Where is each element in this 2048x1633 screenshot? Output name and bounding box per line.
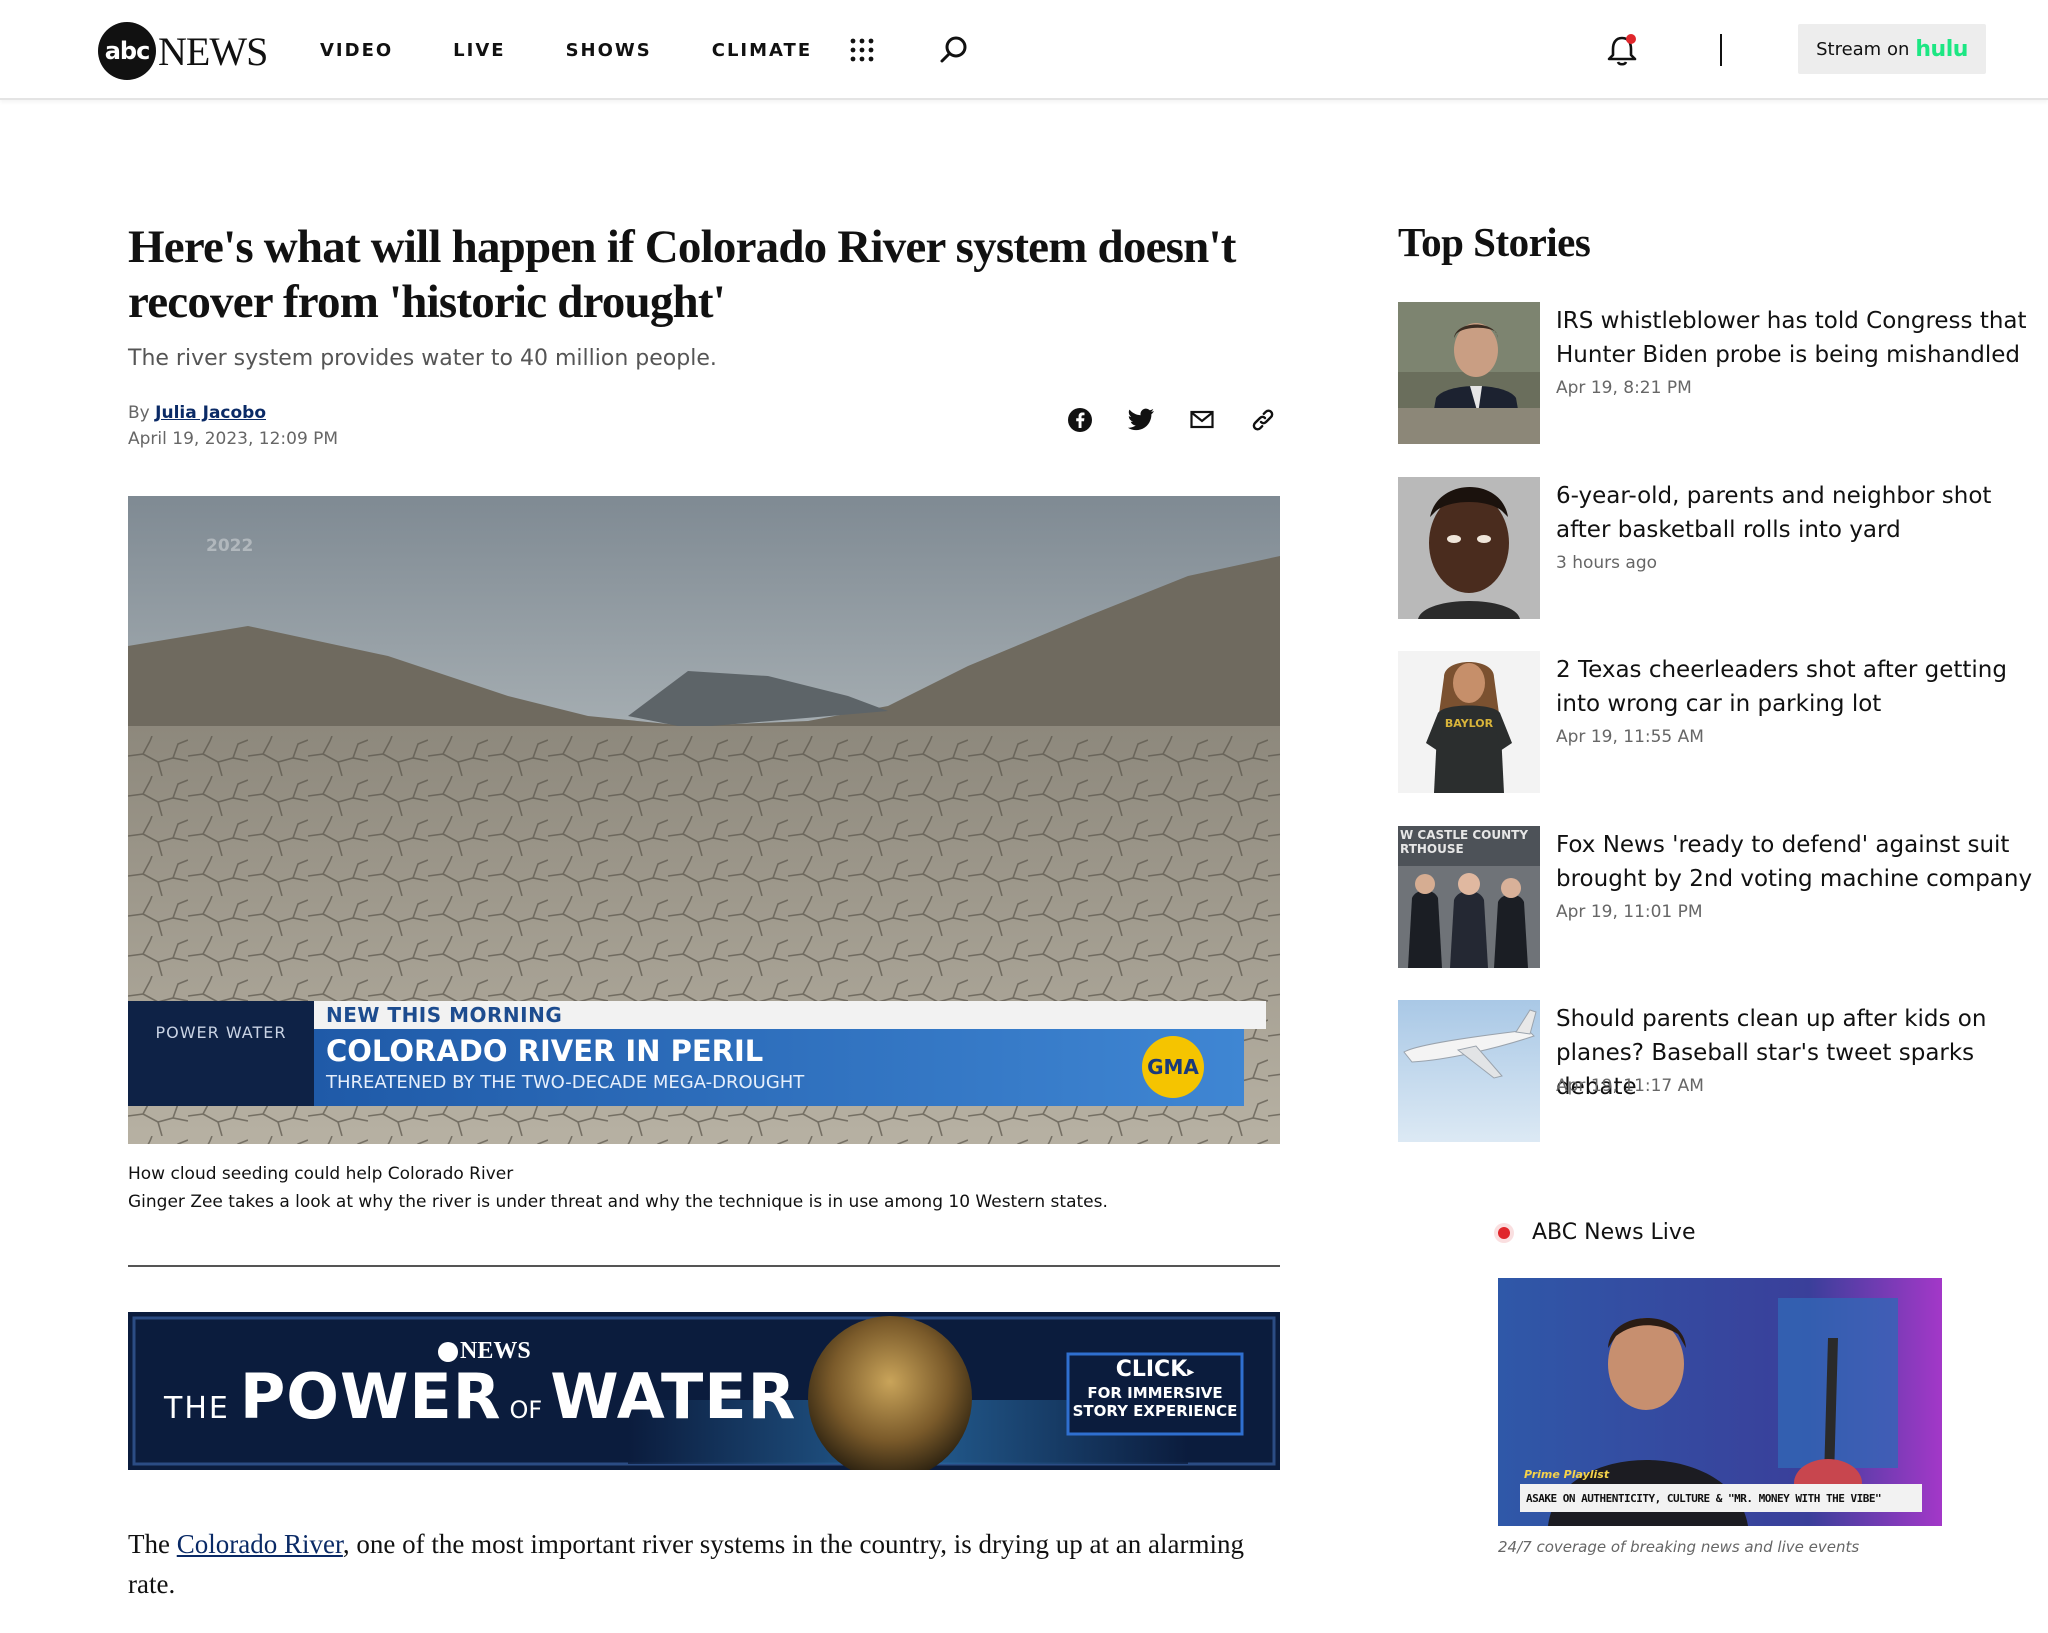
lower-third-title: COLORADO RIVER IN PERIL	[326, 1034, 764, 1068]
hulu-brand: hulu	[1915, 36, 1968, 62]
banner-title-water: WATER	[550, 1360, 797, 1433]
twitter-share-icon[interactable]	[1124, 403, 1158, 437]
top-stories-header: Top Stories	[1398, 218, 2028, 266]
search-icon[interactable]	[938, 34, 970, 66]
abc-news-live-label[interactable]: ABC News Live	[1498, 1220, 1695, 1245]
facebook-share-icon[interactable]	[1063, 403, 1097, 437]
abc-news-logo[interactable]: abc NEWS	[98, 22, 268, 80]
top-navigation-bar: abc NEWS VIDEO LIVE SHOWS CLIMATE Stream…	[0, 0, 2048, 100]
byline-row: By Julia Jacobo April 19, 2023, 12:09 PM	[128, 403, 1280, 463]
nav-climate[interactable]: CLIMATE	[712, 40, 812, 61]
live-chyron: ASAKE ON AUTHENTICITY, CULTURE & "MR. MO…	[1520, 1484, 1922, 1512]
article-header: Here's what will happen if Colorado Rive…	[128, 220, 1280, 463]
nav-video[interactable]: VIDEO	[320, 40, 393, 61]
live-label-text: ABC News Live	[1532, 1220, 1696, 1245]
live-indicator-dot	[1498, 1226, 1510, 1239]
top-story-item[interactable]: W CASTLE COUNTY RTHOUSE Fox News 'ready …	[1398, 826, 2038, 968]
story-time: Apr 19, 11:01 PM	[1556, 902, 1703, 922]
story-time: Apr 19, 11:17 AM	[1556, 1076, 1704, 1096]
thumbnail-jersey-text: BAYLOR	[1444, 717, 1494, 730]
live-video-player[interactable]: Prime Playlist ASAKE ON AUTHENTICITY, CU…	[1498, 1278, 1942, 1526]
story-title[interactable]: 2 Texas cheerleaders shot after getting …	[1556, 653, 2036, 721]
hero-video-player[interactable]: 2022 POWER WATER NEW THIS MORNING COLORA…	[128, 496, 1280, 1144]
power-of-water-box-label: POWER WATER	[155, 1023, 287, 1042]
top-stories-title: Top Stories	[1398, 219, 1591, 265]
author-link[interactable]: Julia Jacobo	[155, 403, 266, 423]
banner-title-power: POWER	[239, 1360, 502, 1433]
notification-badge	[1626, 34, 1636, 44]
live-caption: 24/7 coverage of breaking news and live …	[1498, 1538, 1860, 1556]
lower-third-sub: THREATENED BY THE TWO-DECADE MEGA-DROUGH…	[326, 1072, 805, 1093]
email-share-icon[interactable]	[1185, 403, 1219, 437]
stream-on-hulu-button[interactable]: Stream on hulu	[1798, 24, 1986, 74]
copy-link-icon[interactable]	[1246, 403, 1280, 437]
banner-cta-line1: FOR IMMERSIVE	[1087, 1384, 1223, 1402]
story-time: Apr 19, 11:55 AM	[1556, 727, 1704, 747]
thumbnail-courthouse-text: W CASTLE COUNTY RTHOUSE	[1400, 828, 1529, 856]
grid-menu-icon[interactable]	[846, 34, 878, 66]
story-thumbnail[interactable]	[1398, 477, 1540, 619]
banner-cta-click: CLICK▸	[1115, 1357, 1195, 1382]
article-body-paragraph: The Colorado River, one of the most impo…	[128, 1524, 1280, 1604]
video-caption: How cloud seeding could help Colorado Ri…	[128, 1160, 1280, 1216]
story-thumbnail[interactable]	[1398, 1000, 1540, 1142]
year-watermark: 2022	[206, 536, 254, 556]
live-chyron-kicker: Prime Playlist	[1524, 1468, 1610, 1481]
abc-logo-circle: abc	[98, 22, 156, 80]
by-prefix: By	[128, 403, 150, 423]
body-text-pre: The	[128, 1529, 177, 1559]
colorado-river-link[interactable]: Colorado River	[177, 1529, 343, 1559]
banner-cta-line2: STORY EXPERIENCE	[1072, 1402, 1238, 1420]
lower-third-kicker: NEW THIS MORNING	[326, 1003, 563, 1027]
article-dek: The river system provides water to 40 mi…	[128, 346, 717, 371]
story-time: 3 hours ago	[1556, 553, 1658, 573]
stream-label: Stream on	[1816, 38, 1910, 60]
story-thumbnail[interactable]: W CASTLE COUNTY RTHOUSE	[1398, 826, 1540, 968]
caption-title: How cloud seeding could help Colorado Ri…	[128, 1164, 514, 1184]
section-divider	[128, 1265, 1280, 1267]
nav-shows[interactable]: SHOWS	[566, 40, 652, 61]
story-thumbnail[interactable]: BAYLOR	[1398, 651, 1540, 793]
logo-news-text: NEWS	[158, 28, 268, 74]
banner-title-of: OF	[509, 1396, 543, 1424]
story-time: Apr 19, 8:21 PM	[1556, 378, 1692, 398]
gma-badge: GMA	[1142, 1036, 1204, 1098]
live-chyron-text: ASAKE ON AUTHENTICITY, CULTURE & "MR. MO…	[1526, 1491, 1882, 1505]
story-thumbnail[interactable]	[1398, 302, 1540, 444]
story-title[interactable]: Fox News 'ready to defend' against suit …	[1556, 828, 2036, 896]
power-of-water-banner[interactable]: NEWS THE POWER OF WATER CLICK▸ FOR IMMER…	[128, 1312, 1280, 1470]
power-of-water-box: POWER WATER	[128, 1001, 314, 1106]
top-story-item[interactable]: 6-year-old, parents and neighbor shot af…	[1398, 477, 2038, 619]
top-story-item[interactable]: IRS whistleblower has told Congress that…	[1398, 302, 2038, 444]
banner-title: THE POWER OF WATER	[164, 1360, 796, 1433]
banner-cta[interactable]: CLICK▸ FOR IMMERSIVE STORY EXPERIENCE	[1068, 1357, 1242, 1421]
share-tools	[1036, 403, 1280, 437]
header-divider	[1720, 34, 1722, 66]
banner-title-the: THE	[164, 1391, 230, 1426]
nav-live[interactable]: LIVE	[453, 40, 505, 61]
caption-description: Ginger Zee takes a look at why the river…	[128, 1192, 1108, 1212]
main-nav: VIDEO LIVE SHOWS CLIMATE	[320, 0, 872, 100]
story-title[interactable]: IRS whistleblower has told Congress that…	[1556, 304, 2036, 372]
top-story-item[interactable]: BAYLOR 2 Texas cheerleaders shot after g…	[1398, 651, 2038, 793]
article-headline: Here's what will happen if Colorado Rive…	[128, 221, 1236, 328]
top-story-item[interactable]: Should parents clean up after kids on pl…	[1398, 1000, 2038, 1142]
story-title[interactable]: 6-year-old, parents and neighbor shot af…	[1556, 479, 2036, 547]
notification-bell-icon[interactable]	[1604, 32, 1640, 68]
